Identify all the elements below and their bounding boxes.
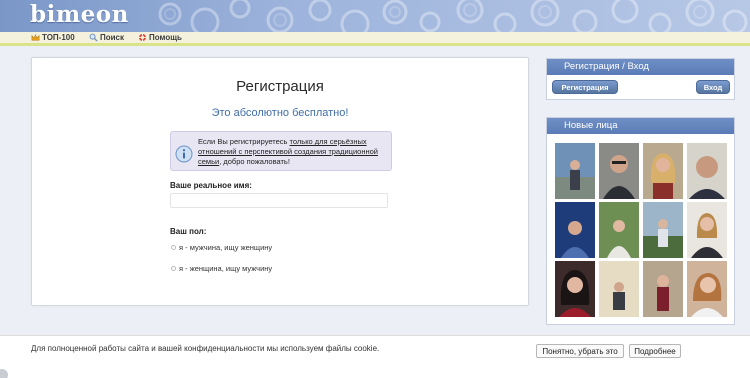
profile-photo[interactable] (643, 202, 683, 258)
nav-item-label: Помощь (149, 33, 182, 42)
profile-photo[interactable] (555, 261, 595, 317)
notice-text: Если Вы регистрируетесь только для серьё… (198, 137, 390, 167)
profile-photo[interactable] (555, 202, 595, 258)
nav-item-search[interactable]: Поиск (89, 33, 124, 42)
info-icon (175, 145, 193, 163)
nav-item-top100[interactable]: ТОП-100 (31, 33, 75, 42)
profile-photo[interactable] (599, 143, 639, 199)
top-nav: ТОП-100 Поиск Помощь (0, 32, 750, 46)
lifebuoy-icon (138, 33, 147, 42)
cookie-text: Для полноценной работы сайта и вашей кон… (31, 344, 380, 353)
profile-photo[interactable] (687, 261, 727, 317)
auth-panel-title: Регистрация / Вход (547, 59, 734, 75)
cookie-more-button[interactable]: Подробнее (629, 344, 681, 358)
crown-icon (31, 34, 40, 41)
notice-prefix: Если Вы регистрируетесь (198, 137, 290, 146)
new-faces-panel: Новые лица (546, 117, 735, 325)
profile-photo[interactable] (599, 202, 639, 258)
name-label: Ваше реальное имя: (170, 181, 252, 190)
name-input[interactable] (170, 193, 388, 208)
login-button[interactable]: Вход (696, 80, 730, 94)
registration-panel: Регистрация Это абсолютно бесплатно! Есл… (31, 57, 529, 306)
radio-button[interactable] (171, 245, 176, 250)
magnifier-icon (89, 33, 98, 42)
info-notice: Если Вы регистрируетесь только для серьё… (170, 131, 392, 171)
gender-option-label: я - женщина, ищу мужчину (179, 264, 273, 273)
profile-photo[interactable] (643, 261, 683, 317)
cookie-bar: Для полноценной работы сайта и вашей кон… (0, 335, 750, 378)
profile-photo[interactable] (687, 143, 727, 199)
gender-option-label: я - мужчина, ищу женщину (179, 243, 273, 252)
cookie-accept-button[interactable]: Понятно, убрать это (536, 344, 624, 358)
faces-grid (555, 143, 727, 317)
nav-item-label: Поиск (100, 33, 125, 42)
gender-option-female[interactable]: я - женщина, ищу мужчину (171, 264, 272, 273)
nav-item-label: ТОП-100 (42, 33, 75, 42)
profile-photo[interactable] (643, 143, 683, 199)
profile-photo[interactable] (555, 143, 595, 199)
notice-suffix: , добро пожаловать! (219, 157, 290, 166)
site-logo[interactable]: bimeon (30, 1, 129, 28)
radio-button[interactable] (171, 266, 176, 271)
profile-photo[interactable] (687, 202, 727, 258)
register-button[interactable]: Регистрация (552, 80, 618, 94)
site-header: bimeon (0, 0, 750, 32)
page-title: Регистрация (236, 78, 324, 95)
gender-option-male[interactable]: я - мужчина, ищу женщину (171, 243, 272, 252)
free-subtitle: Это абсолютно бесплатно! (211, 107, 349, 119)
auth-panel: Регистрация / Вход Регистрация Вход (546, 58, 735, 100)
nav-item-help[interactable]: Помощь (138, 33, 182, 42)
new-faces-title: Новые лица (547, 118, 734, 134)
profile-photo[interactable] (599, 261, 639, 317)
gender-label: Ваш пол: (170, 227, 207, 236)
